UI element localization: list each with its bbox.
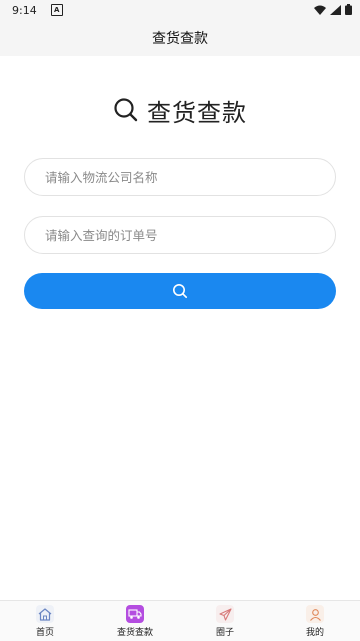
hero-title: 查货查款: [147, 98, 247, 127]
tab-label: 我的: [305, 628, 324, 638]
tab-label: 首页: [35, 628, 54, 638]
status-bar: 9:14 A: [0, 0, 360, 20]
app-header: 查货查款: [0, 20, 360, 56]
tab-label: 圈子: [215, 628, 234, 638]
order-number-field[interactable]: [24, 216, 336, 254]
user-icon: [306, 605, 324, 623]
tab-check-goods[interactable]: 查货查款: [90, 601, 180, 641]
truck-icon: [126, 605, 144, 623]
battery-icon: [345, 4, 352, 15]
bottom-tab-bar: 首页 查货查款 圈子 我的: [0, 600, 360, 641]
wifi-icon: [314, 5, 326, 15]
tab-home[interactable]: 首页: [0, 601, 90, 641]
header-title: 查货查款: [152, 31, 208, 47]
notification-a-icon: A: [50, 4, 63, 16]
tab-mine[interactable]: 我的: [270, 601, 360, 641]
status-time: 9:14: [12, 3, 37, 17]
logistics-company-field[interactable]: [24, 158, 336, 196]
search-icon: [114, 98, 138, 122]
search-button[interactable]: [24, 273, 336, 309]
search-icon: [173, 284, 188, 299]
order-number-input[interactable]: [43, 226, 327, 244]
home-icon: [36, 605, 54, 623]
cellular-signal-icon: [330, 4, 341, 15]
tab-label: 查货查款: [116, 628, 153, 638]
status-icons: [314, 4, 352, 15]
hero: 查货查款: [0, 92, 360, 128]
paper-plane-icon: [216, 605, 234, 623]
tab-circle[interactable]: 圈子: [180, 601, 270, 641]
logistics-company-input[interactable]: [43, 168, 327, 186]
